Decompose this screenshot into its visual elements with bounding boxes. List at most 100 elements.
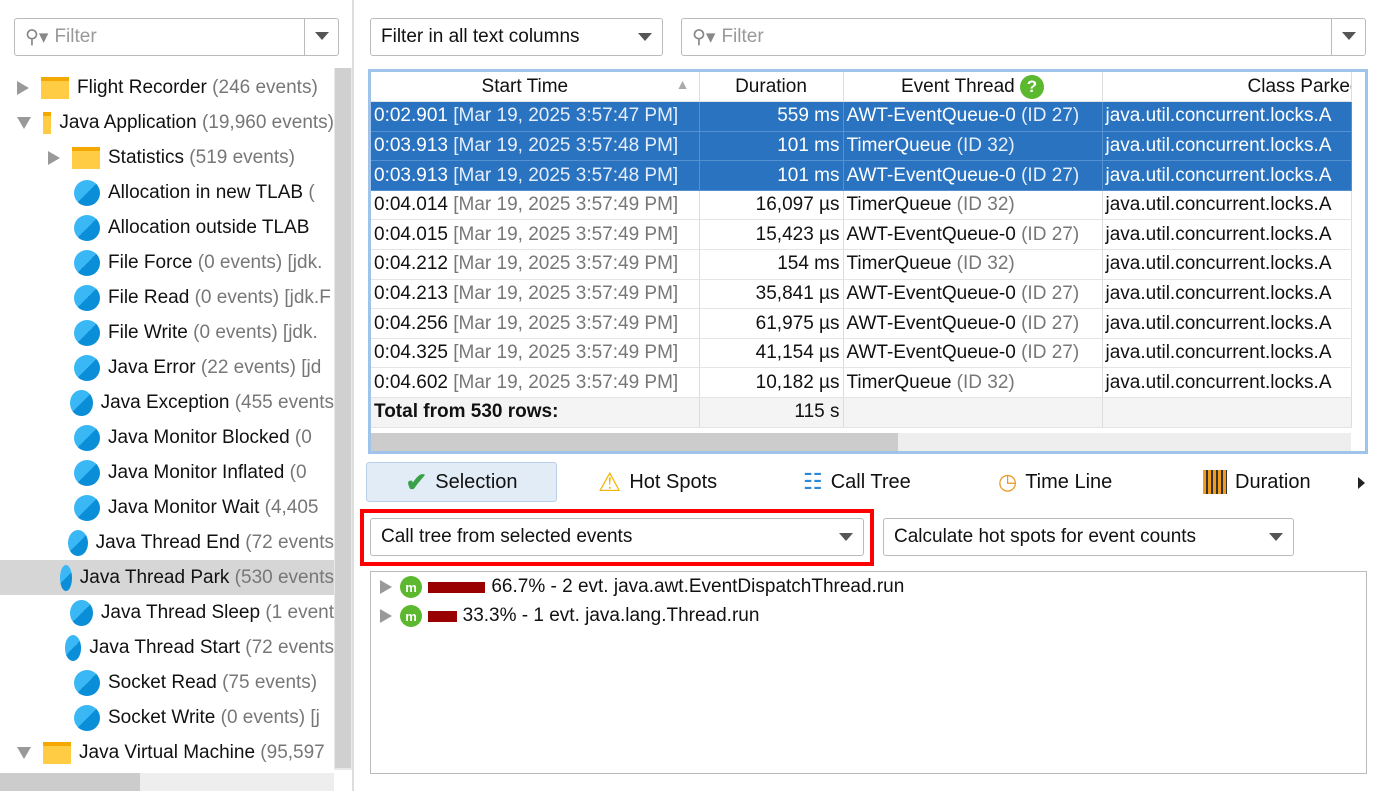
table-row[interactable]: 0:03.913 [Mar 19, 2025 3:57:48 PM] 101 m… [371,160,1352,191]
start-time-cell: 0:03.913 [Mar 19, 2025 3:57:48 PM] [371,131,700,162]
tree-item[interactable]: Java Thread End (72 events [0,525,334,560]
tree-item[interactable]: Java Error (22 events) [jd [0,350,334,385]
event-thread-cell: AWT-EventQueue-0 (ID 27) [843,101,1103,132]
start-time-cell: 0:04.014 [Mar 19, 2025 3:57:49 PM] [371,190,700,221]
tree-item-count: (72 events [240,636,334,658]
tree-item-label: Java Exception [100,391,230,413]
tree-item-label: Java Monitor Inflated [108,461,285,483]
collapse-toggle-icon[interactable] [17,80,29,95]
duration-cell: 101 ms [699,160,844,191]
table-row[interactable]: 0:04.212 [Mar 19, 2025 3:57:49 PM] 154 m… [371,249,1352,280]
column-header-duration[interactable]: Duration [699,72,844,103]
sidebar-vertical-scrollbar[interactable] [334,68,352,770]
start-time-cell: 0:04.325 [Mar 19, 2025 3:57:49 PM] [371,338,700,369]
tree-item-label: File Read [108,286,190,308]
expand-toggle-icon[interactable] [17,746,31,759]
duration-cell: 559 ms [699,101,844,132]
expand-toggle-icon[interactable] [380,580,392,594]
tree-item-label: Java Application [59,111,197,133]
tab-hot-spots[interactable]: ⚠ Hot Spots [598,462,717,502]
tree-item-count: (530 events [229,566,334,588]
filter-history-dropdown[interactable] [1331,19,1365,55]
event-thread-cell: TimerQueue (ID 32) [843,249,1103,280]
class-parked-cell: java.util.concurrent.locks.A [1102,101,1352,132]
event-type-icon [74,179,100,206]
tab-call-tree[interactable]: ☷ Call Tree [803,462,911,502]
tree-item[interactable]: Java Virtual Machine (95,597 [0,735,334,770]
tree-item[interactable]: Flight Recorder (246 events) [0,70,334,105]
start-time-cell: 0:04.213 [Mar 19, 2025 3:57:49 PM] [371,279,700,310]
start-time-cell: 0:04.256 [Mar 19, 2025 3:57:49 PM] [371,308,700,339]
filter-history-dropdown[interactable] [304,19,338,55]
call-tree-node[interactable]: m 33.3% - 1 evt. java.lang.Thread.run [380,605,759,627]
tree-item[interactable]: Allocation outside TLAB [0,210,334,245]
table-filter-input[interactable]: ⚲▾ Filter [681,18,1366,56]
call-tree-mode-select[interactable]: Call tree from selected events [370,518,864,556]
table-row[interactable]: 0:02.901 [Mar 19, 2025 3:57:47 PM] 559 m… [371,101,1352,132]
tree-item[interactable]: File Force (0 events) [jdk. [0,245,334,280]
collapse-toggle-icon[interactable] [48,150,60,165]
event-type-icon [74,424,100,451]
tree-item[interactable]: Java Monitor Blocked (0 [0,420,334,455]
call-tree-node-label: 33.3% - 1 evt. java.lang.Thread.run [462,605,760,626]
tree-item-count: (72 events [239,531,334,553]
duration-cell: 16,097 µs [699,190,844,221]
column-header-start-time[interactable]: Start Time ▲ [371,72,700,103]
help-icon[interactable]: ? [1020,74,1044,99]
duration-cell: 15,423 µs [699,219,844,251]
tree-item[interactable]: Java Thread Start (72 events [0,630,334,665]
event-type-icon [67,529,88,556]
tree-item-count: (22 events) [jd [195,356,322,378]
table-row[interactable]: 0:04.014 [Mar 19, 2025 3:57:49 PM] 16,09… [371,190,1352,221]
tab-duration[interactable]: Duration [1203,462,1311,502]
event-thread-cell: TimerQueue (ID 32) [843,131,1103,162]
tree-item-label: File Force [108,251,193,273]
tree-item[interactable]: Socket Write (0 events) [j [0,700,334,735]
call-tree-node[interactable]: m 66.7% - 2 evt. java.awt.EventDispatchTh… [380,576,904,598]
expand-toggle-icon[interactable] [380,609,392,623]
hot-spot-mode-select[interactable]: Calculate hot spots for event counts [883,518,1294,556]
percentage-bar [428,581,486,593]
table-horizontal-scrollbar[interactable] [371,433,1351,451]
table-row[interactable]: 0:03.913 [Mar 19, 2025 3:57:48 PM] 101 m… [371,131,1352,162]
call-tree-icon: ☷ [803,469,823,494]
sidebar-horizontal-scrollbar[interactable] [0,773,334,791]
expand-toggle-icon[interactable] [17,116,31,129]
tree-item[interactable]: Java Monitor Wait (4,405 [0,490,334,525]
chevron-down-icon [839,533,853,541]
table-row[interactable]: 0:04.325 [Mar 19, 2025 3:57:49 PM] 41,15… [371,338,1352,369]
tree-item[interactable]: Java Application (19,960 events) [0,105,334,140]
table-row[interactable]: 0:04.256 [Mar 19, 2025 3:57:49 PM] 61,97… [371,308,1352,339]
tree-item-label: Flight Recorder [77,76,207,98]
table-row[interactable]: 0:04.015 [Mar 19, 2025 3:57:49 PM] 15,42… [371,219,1352,251]
column-header-class-parked[interactable]: Class Parked [1102,72,1352,103]
tree-item[interactable]: Socket Read (75 events) [0,665,334,700]
tree-item-label: Java Thread End [95,531,240,553]
tree-item-label: Java Thread Start [89,636,240,658]
start-time-cell: 0:04.602 [Mar 19, 2025 3:57:49 PM] [371,367,700,399]
tree-item[interactable]: Java Thread Park (530 events [0,560,334,595]
column-header-event-thread[interactable]: Event Thread ? [843,72,1103,103]
duration-cell: 35,841 µs [699,279,844,310]
tab-time-line[interactable]: ◷ Time Line [998,462,1112,502]
table-row[interactable]: 0:04.213 [Mar 19, 2025 3:57:49 PM] 35,84… [371,279,1352,310]
tree-item-count: ( [303,181,315,203]
tree-item-label: Java Monitor Wait [108,496,260,518]
tree-item[interactable]: File Read (0 events) [jdk.F [0,280,334,315]
tree-item[interactable]: Java Monitor Inflated (0 [0,455,334,490]
filter-mode-select[interactable]: Filter in all text columns [370,18,663,56]
start-time-cell: 0:04.212 [Mar 19, 2025 3:57:49 PM] [371,249,700,280]
tree-item[interactable]: Statistics (519 events) [0,140,334,175]
tree-item[interactable]: Java Exception (455 events [0,385,334,420]
sidebar-filter-input[interactable]: ⚲▾ Filter [14,18,339,56]
splitter[interactable] [352,0,354,791]
tree-item[interactable]: File Write (0 events) [jdk. [0,315,334,350]
check-icon: ✔ [405,466,428,497]
tree-item-count: (0 events) [j [215,706,320,728]
table-row[interactable]: 0:04.602 [Mar 19, 2025 3:57:49 PM] 10,18… [371,367,1352,399]
tree-item[interactable]: Java Thread Sleep (1 event [0,595,334,630]
tabs-scroll-right-button[interactable] [1358,477,1365,489]
tree-item[interactable]: Allocation in new TLAB ( [0,175,334,210]
tree-item-label: Java Error [108,356,196,378]
tab-selection[interactable]: ✔ Selection [366,462,557,502]
